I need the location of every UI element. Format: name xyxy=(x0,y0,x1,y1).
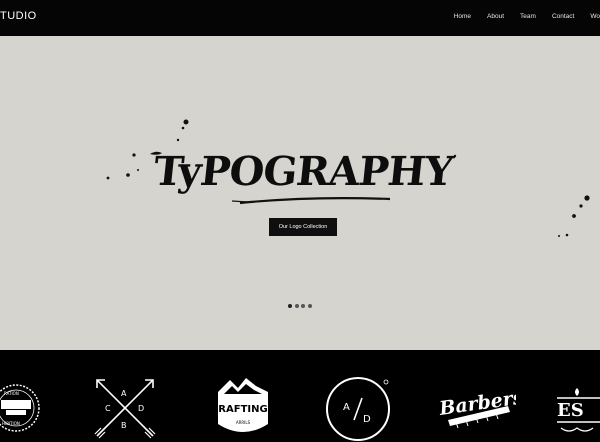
brand-logo[interactable]: TUDIO xyxy=(0,10,37,22)
badge-text-bottom: HIBITION xyxy=(2,421,20,426)
nav-link-home[interactable]: Home xyxy=(454,13,471,20)
hero-title: TyPOGRAPHY xyxy=(151,148,455,195)
crossed-arrows-logo[interactable]: A C D B xyxy=(93,376,157,440)
slider-dot-2[interactable] xyxy=(294,304,299,308)
es-text: ES xyxy=(557,400,584,421)
ad-circle-logo[interactable]: A D xyxy=(325,376,393,442)
arrows-letter-c: C xyxy=(105,404,111,413)
rafting-logo[interactable]: RAFTING ARRILS xyxy=(214,372,272,440)
circle-letter-d: D xyxy=(363,414,371,425)
barbers-logo[interactable]: Barbers xyxy=(436,380,516,440)
nav-link-team[interactable]: Team xyxy=(520,13,536,20)
badge-text-top: RATION xyxy=(4,391,19,396)
vintage-badge-logo[interactable]: RATION HIBITION xyxy=(0,370,48,438)
arrows-letter-a: A xyxy=(121,389,127,398)
rafting-text: RAFTING xyxy=(218,404,267,415)
nav-link-contact[interactable]: Contact xyxy=(552,13,574,20)
nav-link-work[interactable]: Wo xyxy=(590,13,600,20)
main-nav: Home About Team Contact Wo xyxy=(454,13,600,20)
slider-dot-4[interactable] xyxy=(307,304,312,308)
es-ornament-logo[interactable]: ES xyxy=(553,384,600,436)
slider-dots xyxy=(288,304,314,308)
arrows-letter-d: D xyxy=(138,404,144,413)
nav-link-about[interactable]: About xyxy=(487,13,504,20)
slider-dot-3[interactable] xyxy=(301,304,305,308)
arrows-letter-b: B xyxy=(121,421,127,430)
logo-showcase-strip: RATION HIBITION A C D B RAFTING ARRILS A… xyxy=(0,350,600,442)
hero-slider: TyPOGRAPHY Our Logo Collection xyxy=(0,36,600,350)
slider-dot-1[interactable] xyxy=(288,304,292,308)
rafting-subtext: ARRILS xyxy=(236,420,251,425)
circle-letter-a: A xyxy=(343,402,350,413)
top-navbar: TUDIO Home About Team Contact Wo xyxy=(0,0,600,36)
logo-collection-button[interactable]: Our Logo Collection xyxy=(269,218,337,236)
